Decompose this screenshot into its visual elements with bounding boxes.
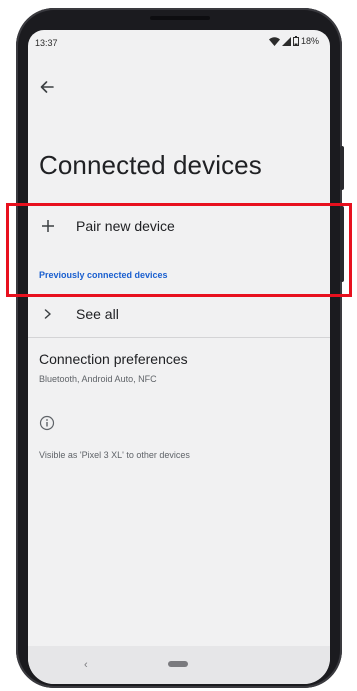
chevron-right-icon bbox=[38, 304, 58, 324]
arrow-left-icon bbox=[40, 81, 54, 93]
pair-new-device-label: Pair new device bbox=[76, 218, 175, 234]
see-all-item[interactable]: See all bbox=[28, 302, 330, 326]
battery-icon bbox=[292, 36, 299, 46]
plus-icon bbox=[38, 216, 58, 236]
see-all-label: See all bbox=[76, 306, 119, 322]
status-icons: 18% bbox=[268, 36, 319, 46]
status-time: 13:37 bbox=[35, 38, 58, 48]
nav-back-icon[interactable]: ‹ bbox=[84, 659, 88, 671]
pair-new-device-item[interactable]: Pair new device bbox=[28, 214, 330, 238]
volume-button bbox=[340, 206, 344, 282]
back-button[interactable] bbox=[36, 76, 58, 98]
phone-screen: 13:37 18% Connected devices Pair new dev… bbox=[28, 30, 330, 684]
connection-preferences-subtitle: Bluetooth, Android Auto, NFC bbox=[39, 374, 157, 384]
visibility-text: Visible as 'Pixel 3 XL' to other devices bbox=[39, 450, 190, 460]
status-bar: 13:37 18% bbox=[28, 30, 330, 52]
power-button bbox=[340, 146, 344, 190]
earpiece bbox=[150, 16, 210, 20]
nav-home-pill[interactable] bbox=[168, 661, 188, 667]
previously-connected-header: Previously connected devices bbox=[39, 270, 168, 280]
section-divider bbox=[28, 337, 330, 338]
page-title: Connected devices bbox=[39, 150, 262, 180]
connection-preferences-title[interactable]: Connection preferences bbox=[39, 351, 188, 367]
screenshot-stage: 13:37 18% Connected devices Pair new dev… bbox=[0, 0, 357, 691]
info-icon bbox=[39, 415, 55, 431]
signal-icon bbox=[281, 36, 291, 46]
navigation-bar: ‹ bbox=[28, 646, 330, 684]
wifi-icon bbox=[268, 36, 280, 46]
battery-percentage: 18% bbox=[300, 36, 319, 46]
